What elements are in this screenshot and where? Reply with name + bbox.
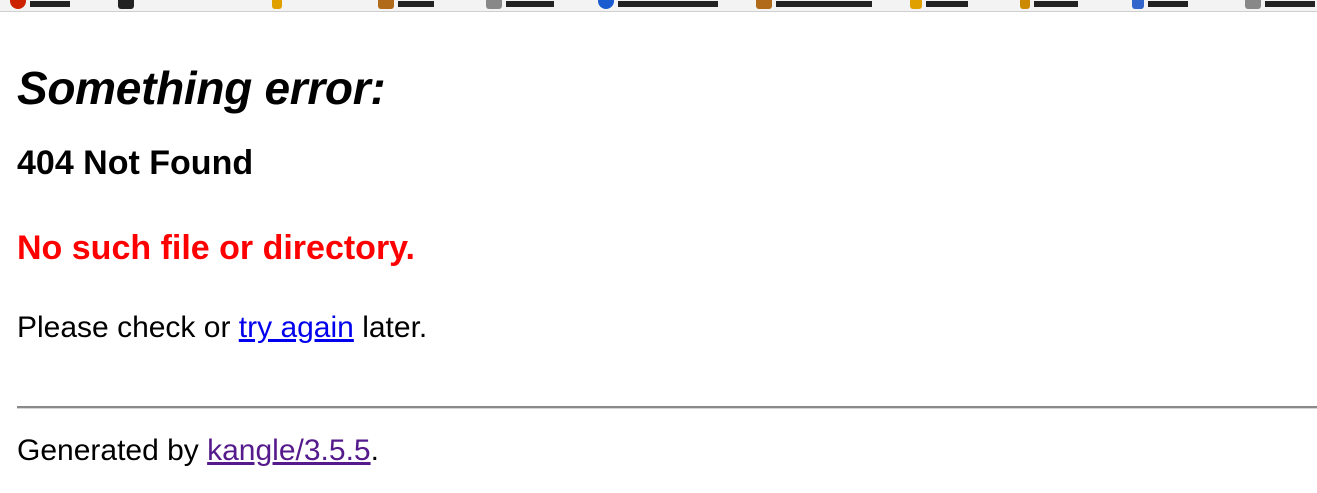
bookmark-item[interactable]	[598, 0, 718, 10]
pencil-icon	[272, 0, 282, 9]
bookmark-item[interactable]	[1245, 0, 1315, 10]
retry-hint-suffix: later.	[353, 311, 428, 344]
retry-hint-prefix: Please check or	[17, 311, 239, 344]
globe-icon	[598, 0, 614, 9]
bookmark-item[interactable]	[756, 0, 872, 10]
tools-icon	[1132, 0, 1144, 9]
try-again-link[interactable]: try again	[239, 311, 354, 344]
bookmark-item[interactable]	[272, 0, 282, 10]
bookmark-item[interactable]	[378, 0, 434, 10]
divider	[17, 406, 1317, 409]
bookmarks-toolbar	[0, 0, 1317, 12]
bookmark-item[interactable]	[10, 0, 70, 10]
page-title: Something error:	[17, 62, 386, 114]
bookmark-item[interactable]	[1020, 0, 1078, 10]
footer-suffix: .	[370, 434, 379, 467]
bookmark-item[interactable]	[910, 0, 968, 10]
tag-icon	[1020, 0, 1030, 9]
pencil-icon	[910, 0, 922, 9]
window-icon	[118, 0, 134, 9]
footer-prefix: Generated by	[17, 434, 208, 467]
red-circle-icon	[10, 0, 26, 9]
error-code-heading: 404 Not Found	[17, 144, 254, 182]
page-icon	[486, 0, 502, 9]
document-icon	[378, 0, 394, 9]
footer: Generated by kangle/3.5.5.	[17, 431, 379, 471]
bookmark-item[interactable]	[118, 0, 134, 10]
bookmark-item[interactable]	[486, 0, 554, 10]
error-message-heading: No such file or directory.	[17, 229, 416, 267]
notebook-icon	[756, 0, 772, 9]
page-icon	[1245, 0, 1261, 9]
kangle-link[interactable]: kangle/3.5.5	[207, 434, 370, 467]
bookmark-item[interactable]	[1132, 0, 1188, 10]
error-page-content: Something error: 404 Not Found No such f…	[17, 55, 1317, 348]
retry-hint: Please check or try again later.	[17, 308, 1317, 348]
